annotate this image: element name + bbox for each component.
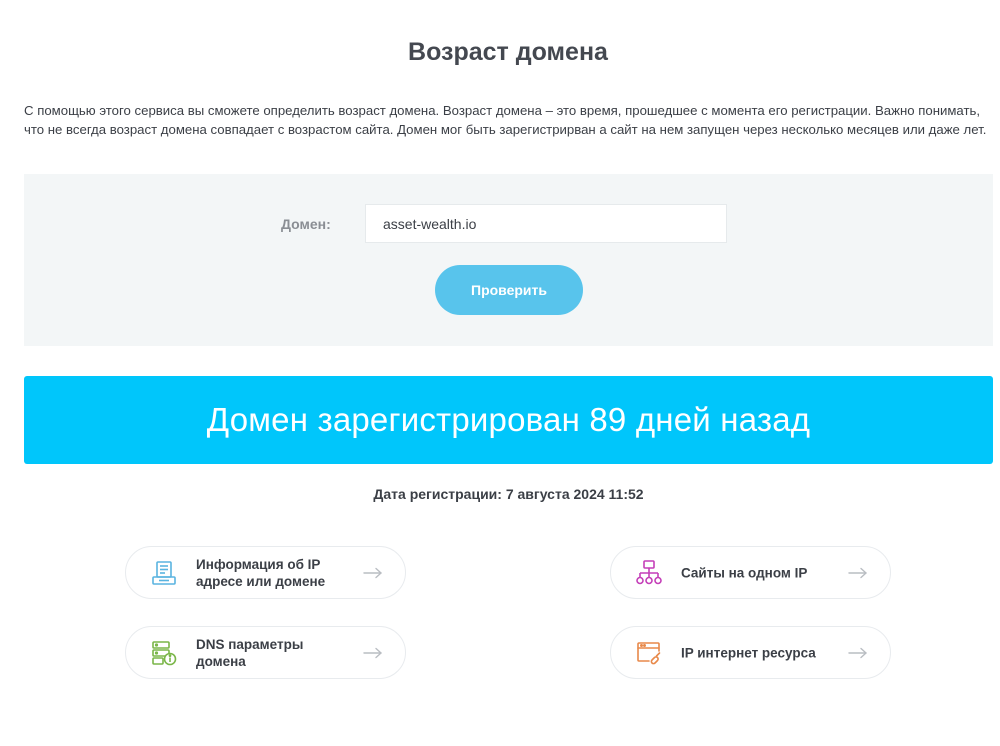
domain-input[interactable]: [365, 204, 727, 243]
tool-card-ip-info[interactable]: Информация об IP адресе или домене: [125, 546, 406, 599]
dns-settings-icon: [152, 641, 177, 666]
tool-card-label: Сайты на одном IP: [681, 565, 808, 580]
tool-card-label: Информация об IP адресе или домене: [196, 556, 326, 589]
arrow-right-icon: [363, 647, 382, 658]
arrow-right-icon: [848, 567, 867, 578]
arrow-right-icon: [363, 567, 382, 578]
registration-date: Дата регистрации: 7 августа 2024 11:52: [373, 486, 644, 502]
page-title: Возраст домена: [408, 38, 608, 66]
tool-card-same-ip[interactable]: Сайты на одном IP: [610, 546, 891, 599]
tool-card-dns[interactable]: DNS параметры домена: [125, 626, 406, 679]
arrow-right-icon: [848, 647, 867, 658]
browser-link-icon: [637, 642, 661, 665]
page-description: С помощью этого сервиса вы сможете опред…: [24, 103, 987, 137]
domain-check-form: Домен: Проверить: [24, 174, 993, 346]
server-info-icon: [152, 561, 176, 585]
check-button[interactable]: Проверить: [435, 265, 583, 315]
tool-card-label: IP интернет ресурса: [681, 645, 816, 660]
domain-label: Домен:: [281, 216, 331, 232]
result-banner: Домен зарегистрирован 89 дней назад: [24, 376, 993, 464]
network-tree-icon: [636, 560, 662, 585]
tool-card-ip-resource[interactable]: IP интернет ресурса: [610, 626, 891, 679]
tool-card-label: DNS параметры домена: [196, 636, 304, 669]
